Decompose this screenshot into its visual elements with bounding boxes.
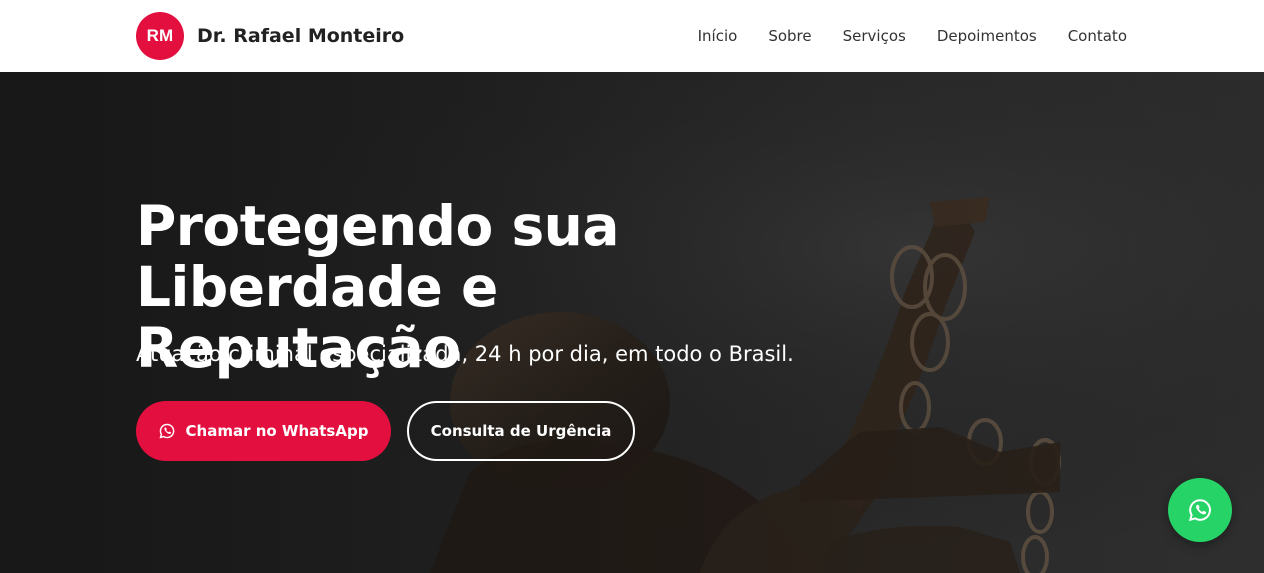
brand-logo: RM [136, 12, 184, 60]
hero-section: Protegendo sua Liberdade e Reputação Atu… [0, 72, 1264, 573]
brand-link[interactable]: RM Dr. Rafael Monteiro [136, 12, 404, 60]
nav-item-depoimentos[interactable]: Depoimentos [937, 27, 1037, 45]
hero-subtitle: Atuação criminal especializada, 24 h por… [136, 342, 794, 366]
whatsapp-cta-button[interactable]: Chamar no WhatsApp [136, 401, 391, 461]
urgent-consultation-label: Consulta de Urgência [430, 422, 612, 440]
brand-name: Dr. Rafael Monteiro [197, 25, 405, 47]
urgent-consultation-button[interactable]: Consulta de Urgência [407, 401, 635, 461]
main-nav: Início Sobre Serviços Depoimentos Contat… [698, 0, 1127, 72]
hero-title-line-1: Protegendo sua [136, 194, 619, 258]
nav-item-inicio[interactable]: Início [698, 27, 738, 45]
floating-whatsapp-button[interactable] [1168, 478, 1232, 542]
whatsapp-icon [159, 423, 174, 439]
nav-item-servicos[interactable]: Serviços [843, 27, 906, 45]
site-header: RM Dr. Rafael Monteiro Início Sobre Serv… [0, 0, 1264, 72]
whatsapp-cta-label: Chamar no WhatsApp [185, 422, 369, 440]
nav-item-contato[interactable]: Contato [1068, 27, 1127, 45]
nav-item-sobre[interactable]: Sobre [768, 27, 811, 45]
whatsapp-icon [1188, 499, 1211, 522]
